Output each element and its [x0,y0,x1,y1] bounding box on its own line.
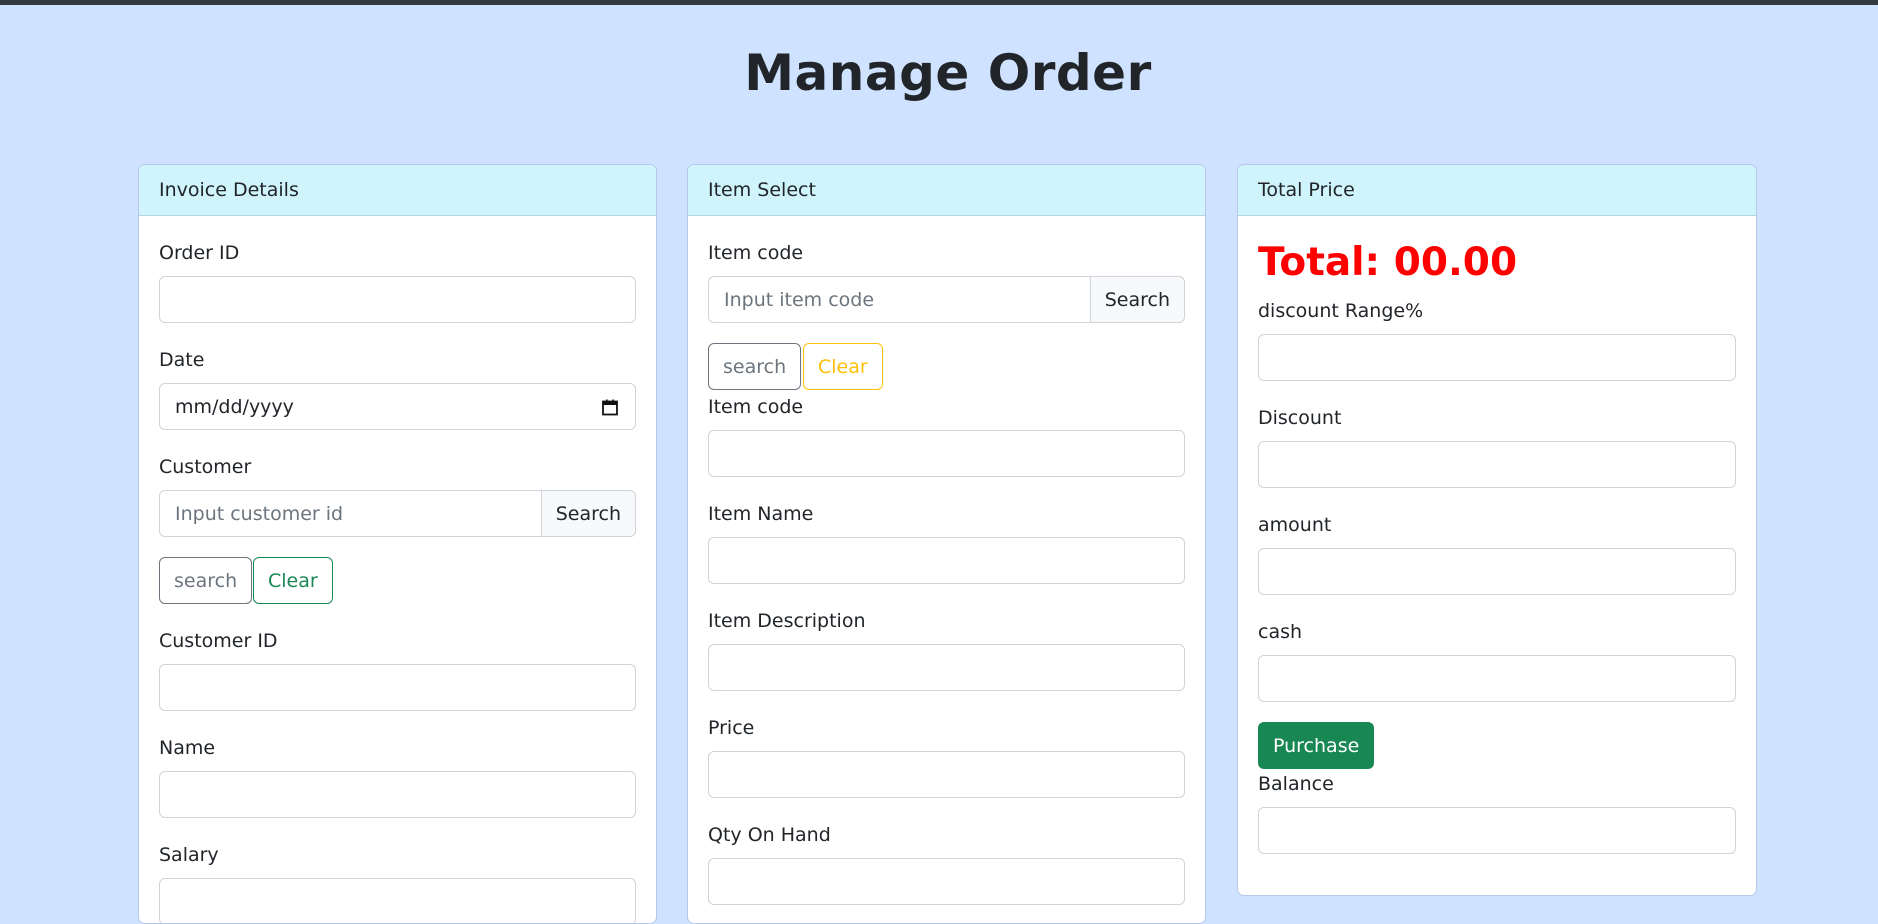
item-name-label: Item Name [708,503,814,525]
amount-input[interactable] [1258,548,1736,595]
item-code-search-label: Item code [708,242,804,264]
price-input[interactable] [708,751,1185,798]
date-input[interactable]: mm/dd/yyyy [159,383,636,430]
invoice-details-header: Invoice Details [139,165,656,216]
item-clear-button[interactable]: Clear [803,343,883,390]
item-select-header: Item Select [688,165,1205,216]
total-amount-text: Total: 00.00 [1258,240,1518,285]
purchase-button[interactable]: Purchase [1258,722,1375,769]
top-bar [0,0,1878,5]
item-code-label: Item code [708,396,804,418]
customer-id-label: Customer ID [159,630,278,652]
salary-input[interactable] [159,878,636,923]
customer-id-input[interactable] [159,664,636,711]
item-code-input[interactable] [708,430,1185,477]
discount-range-input[interactable] [1258,334,1736,381]
calendar-icon[interactable] [601,398,619,416]
item-code-search-input[interactable]: Input item code [708,276,1090,323]
date-placeholder: mm/dd/yyyy [175,395,294,418]
item-search-group: Input item code Search [708,276,1185,323]
item-description-input[interactable] [708,644,1185,691]
qty-on-hand-label: Qty On Hand [708,824,831,846]
cash-label: cash [1258,621,1303,643]
order-id-input[interactable] [159,276,636,323]
discount-input[interactable] [1258,441,1736,488]
invoice-details-card: Invoice Details Order ID Date mm/dd/yyyy… [138,164,657,924]
qty-on-hand-input[interactable] [708,858,1185,905]
date-label: Date [159,349,205,371]
customer-search-group: Input customer id Search [159,490,636,537]
cash-input[interactable] [1258,655,1736,702]
name-label: Name [159,737,216,759]
total-price-card: Total Price Total: 00.00 discount Range%… [1237,164,1757,896]
item-name-input[interactable] [708,537,1185,584]
amount-label: amount [1258,514,1332,536]
customer-search-addon-button[interactable]: Search [540,490,636,537]
item-search-button[interactable]: search [708,343,802,390]
balance-input[interactable] [1258,807,1736,854]
discount-label: Discount [1258,407,1342,429]
balance-label: Balance [1258,773,1334,795]
item-select-card: Item Select Item code Input item code Se… [687,164,1206,924]
customer-clear-button[interactable]: Clear [253,557,333,604]
discount-range-label: discount Range% [1258,300,1424,322]
customer-search-input[interactable]: Input customer id [159,490,541,537]
name-input[interactable] [159,771,636,818]
order-id-label: Order ID [159,242,240,264]
item-description-label: Item Description [708,610,866,632]
item-search-addon-button[interactable]: Search [1089,276,1185,323]
total-price-header: Total Price [1238,165,1756,216]
customer-label: Customer [159,456,252,478]
page-title: Manage Order [744,44,1152,102]
customer-search-button[interactable]: search [159,557,253,604]
price-label: Price [708,717,755,739]
salary-label: Salary [159,844,219,866]
